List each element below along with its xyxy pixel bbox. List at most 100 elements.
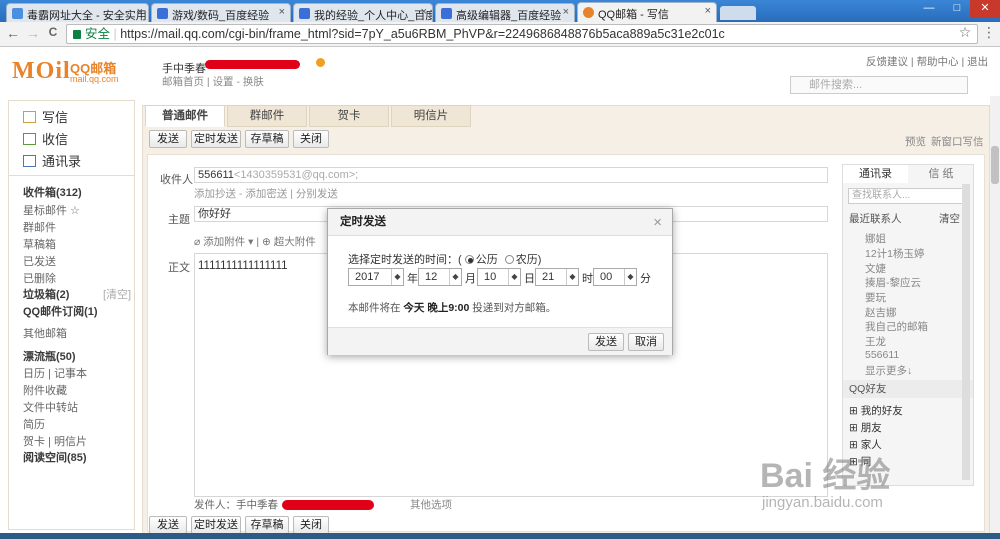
contact-item[interactable]: 王龙 bbox=[865, 334, 886, 349]
add-attachment-link[interactable]: 添加附件 bbox=[203, 236, 245, 248]
new-tab-button[interactable] bbox=[720, 6, 756, 20]
save-draft-button-bottom[interactable]: 存草稿 bbox=[245, 516, 289, 534]
separate-send-link[interactable]: 分别发送 bbox=[296, 188, 338, 200]
browser-tab[interactable]: 游戏/数码_百度经验 × bbox=[151, 3, 291, 22]
day-select[interactable]: 10 ◆ bbox=[477, 268, 521, 286]
skin-link[interactable]: 换肤 bbox=[243, 76, 264, 88]
folder-deleted[interactable]: 已删除 bbox=[23, 270, 56, 286]
folder-drift-bottle[interactable]: 漂流瓶(50) bbox=[23, 348, 76, 364]
year-select[interactable]: 2017 ◆ bbox=[348, 268, 404, 286]
send-button[interactable]: 发送 bbox=[149, 130, 187, 148]
home-link[interactable]: 邮箱首页 bbox=[162, 76, 204, 88]
lunar-label: 农历) bbox=[515, 254, 542, 266]
tab-greeting-card[interactable]: 贺卡 bbox=[309, 105, 389, 127]
browser-tab[interactable]: 我的经验_个人中心_百度 × bbox=[293, 3, 433, 22]
other-options-link[interactable]: 其他选项 bbox=[410, 497, 452, 512]
close-compose-button[interactable]: 关闭 bbox=[293, 130, 329, 148]
hour-select[interactable]: 21 ◆ bbox=[535, 268, 579, 286]
folder-inbox[interactable]: 收件箱(312) bbox=[23, 184, 82, 200]
group-label: 朋友 bbox=[860, 422, 882, 434]
reload-icon[interactable]: C bbox=[44, 25, 62, 39]
contacts-button[interactable]: 通讯录 bbox=[23, 151, 81, 170]
folder-spam[interactable]: 垃圾箱(2) bbox=[23, 286, 69, 302]
contact-item[interactable]: 12计1杨玉婷 bbox=[865, 246, 925, 261]
dialog-cancel-button[interactable]: 取消 bbox=[628, 333, 664, 351]
contact-item[interactable]: 556611 bbox=[865, 349, 899, 361]
contact-item[interactable]: 赵吉娜 bbox=[865, 305, 897, 320]
lunar-calendar-radio[interactable] bbox=[504, 255, 514, 264]
feedback-link[interactable]: 反馈建议 bbox=[866, 56, 908, 68]
folder-group[interactable]: 群邮件 bbox=[23, 219, 56, 235]
tab-postcard[interactable]: 明信片 bbox=[391, 105, 471, 127]
page-scrollbar[interactable] bbox=[990, 96, 1000, 539]
tab-address-book[interactable]: 通讯录 bbox=[843, 165, 908, 183]
scheduled-send-button[interactable]: 定时发送 bbox=[191, 130, 241, 148]
folder-resume[interactable]: 简历 bbox=[23, 416, 45, 432]
qqmail-logo[interactable]: MOil bbox=[12, 58, 71, 85]
contact-item[interactable]: 我自己的邮箱 bbox=[865, 319, 928, 334]
group-my-friends[interactable]: ⊞ 我的好友 bbox=[849, 403, 903, 418]
folder-cards[interactable]: 贺卡 | 明信片 bbox=[23, 433, 87, 449]
contact-item[interactable]: 揍眉-黎应云 bbox=[865, 275, 921, 290]
write-button[interactable]: 写信 bbox=[23, 107, 68, 126]
folder-starred[interactable]: 星标邮件 ☆ bbox=[23, 202, 80, 218]
mail-search-input[interactable]: 邮件搜索... bbox=[790, 76, 968, 94]
folder-subscription[interactable]: QQ邮件订阅(1) bbox=[23, 303, 98, 319]
url-input[interactable]: 安全 | https://mail.qq.com/cgi-bin/frame_h… bbox=[66, 24, 978, 44]
minute-select[interactable]: 00 ◆ bbox=[593, 268, 637, 286]
contacts-scrollbar[interactable] bbox=[962, 184, 970, 480]
tab-close-icon[interactable]: × bbox=[705, 5, 711, 17]
solar-calendar-radio[interactable] bbox=[464, 255, 474, 264]
help-link[interactable]: 帮助中心 bbox=[917, 56, 959, 68]
contact-item[interactable]: 要玩 bbox=[865, 290, 886, 305]
settings-link[interactable]: 设置 bbox=[213, 76, 234, 88]
folder-other-mailbox[interactable]: 其他邮箱 bbox=[23, 325, 67, 341]
tab-stationery[interactable]: 信 纸 bbox=[909, 165, 973, 183]
folder-drafts[interactable]: 草稿箱 bbox=[23, 236, 56, 252]
clear-recent-link[interactable]: 清空 bbox=[939, 211, 960, 226]
browser-menu-icon[interactable]: ⋮ bbox=[980, 24, 998, 41]
folder-sent[interactable]: 已发送 bbox=[23, 253, 56, 269]
back-icon[interactable]: ← bbox=[4, 25, 22, 41]
close-compose-button-bottom[interactable]: 关闭 bbox=[293, 516, 329, 534]
month-select[interactable]: 12 ◆ bbox=[418, 268, 462, 286]
tab-close-icon[interactable]: × bbox=[563, 6, 569, 18]
dialog-send-button[interactable]: 发送 bbox=[588, 333, 624, 351]
big-attachment-link[interactable]: 超大附件 bbox=[274, 236, 316, 248]
tab-group-mail[interactable]: 群邮件 bbox=[227, 105, 307, 127]
browser-tab-active[interactable]: QQ邮箱 - 写信 × bbox=[577, 2, 717, 22]
scheduled-send-button-bottom[interactable]: 定时发送 bbox=[191, 516, 241, 534]
close-window-button[interactable]: ✕ bbox=[970, 0, 1000, 18]
send-button-bottom[interactable]: 发送 bbox=[149, 516, 187, 534]
to-input[interactable]: 556611<1430359531@qq.com>; bbox=[194, 167, 828, 183]
folder-attachments[interactable]: 附件收藏 bbox=[23, 382, 67, 398]
forward-icon[interactable]: → bbox=[24, 25, 42, 41]
inbox-button[interactable]: 收信 bbox=[23, 129, 68, 148]
maximize-button[interactable]: □ bbox=[944, 0, 970, 18]
group-friends[interactable]: ⊞ 朋友 bbox=[849, 420, 882, 435]
browser-tab[interactable]: 毒霸网址大全 - 安全实用 × bbox=[6, 3, 149, 22]
folder-calendar-notes[interactable]: 日历 | 记事本 bbox=[23, 365, 87, 381]
contact-item[interactable]: 娜姐 bbox=[865, 231, 886, 246]
scrollbar-thumb[interactable] bbox=[991, 146, 999, 184]
show-more-contacts-link[interactable]: 显示更多↓ bbox=[865, 363, 912, 378]
minimize-button[interactable]: — bbox=[916, 0, 942, 18]
folder-file-transfer[interactable]: 文件中转站 bbox=[23, 399, 78, 415]
tab-close-icon[interactable]: × bbox=[137, 6, 143, 18]
logout-link[interactable]: 退出 bbox=[967, 56, 988, 68]
folder-reading-space[interactable]: 阅读空间(85) bbox=[23, 449, 87, 465]
preview-link[interactable]: 预览 bbox=[905, 134, 926, 149]
browser-tab[interactable]: 高级编辑器_百度经验 × bbox=[435, 3, 575, 22]
save-draft-button[interactable]: 存草稿 bbox=[245, 130, 289, 148]
tab-normal-mail[interactable]: 普通邮件 bbox=[145, 105, 225, 127]
dialog-close-icon[interactable]: × bbox=[653, 214, 662, 231]
tab-close-icon[interactable]: × bbox=[421, 6, 427, 18]
bookmark-star-icon[interactable]: ☆ bbox=[956, 24, 974, 41]
contact-search-input[interactable]: 查找联系人... bbox=[848, 188, 970, 204]
contact-item[interactable]: 文婕 bbox=[865, 261, 886, 276]
clear-spam-link[interactable]: [清空] bbox=[103, 286, 131, 302]
add-cc-link[interactable]: 添加抄送 bbox=[194, 188, 236, 200]
tab-close-icon[interactable]: × bbox=[279, 6, 285, 18]
add-bcc-link[interactable]: 添加密送 bbox=[245, 188, 287, 200]
new-window-link[interactable]: 新窗口写信 bbox=[931, 134, 984, 149]
